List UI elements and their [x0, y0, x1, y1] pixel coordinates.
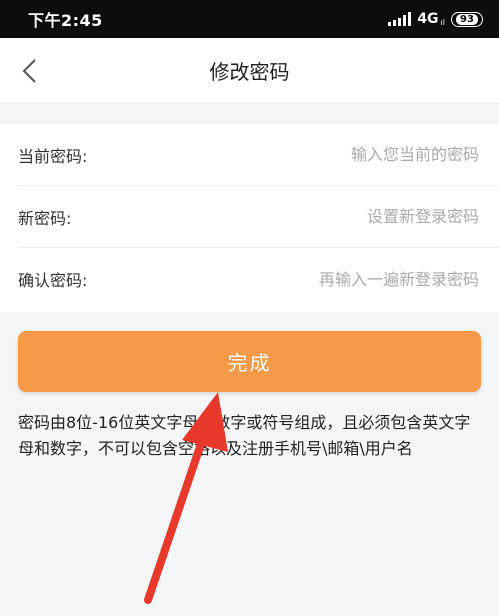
page-title: 修改密码 [209, 60, 290, 84]
current-password-input[interactable] [179, 145, 479, 164]
battery-level: 93 [456, 13, 478, 25]
network-signal-sub: ıl [440, 17, 445, 27]
new-password-label: 新密码: [18, 208, 72, 228]
network-type: 4G [417, 11, 439, 27]
nav-bar: 修改密码 [0, 38, 499, 104]
current-password-label: 当前密码: [18, 146, 88, 166]
confirm-password-row: 确认密码: [18, 248, 499, 310]
password-rules-hint: 密码由8位-16位英文字母、数字或符号组成，且必须包含英文字母和数字，不可以包含… [18, 413, 471, 458]
status-time: 下午2:45 [28, 11, 103, 30]
done-button[interactable]: 完成 [18, 331, 481, 392]
confirm-password-label: 确认密码: [18, 271, 88, 290]
confirm-password-input[interactable] [179, 269, 479, 289]
battery-icon: 93 [451, 11, 483, 27]
new-password-input[interactable] [179, 207, 479, 226]
status-indicators: 4G ıl 93 [388, 11, 483, 27]
back-button[interactable] [10, 51, 50, 91]
signal-icon [388, 12, 412, 26]
new-password-row: 新密码: [18, 186, 499, 248]
chevron-left-icon [22, 59, 36, 83]
current-password-row: 当前密码: [18, 124, 499, 186]
status-bar: 下午2:45 4G ıl 93 [0, 0, 499, 38]
change-password-screen: 下午2:45 4G ıl 93 修改密码 当前密码: 新密码: 确认密码: 完成… [0, 0, 499, 616]
password-form: 当前密码: 新密码: 确认密码: [0, 124, 499, 312]
